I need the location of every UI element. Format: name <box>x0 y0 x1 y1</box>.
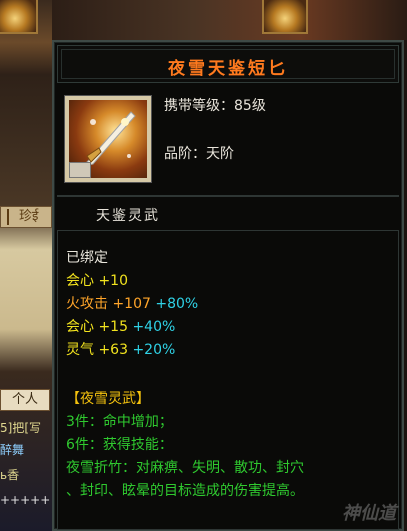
title-bar: 夜雪天鉴短匕 <box>57 45 399 83</box>
chat-line: 醉舞 <box>0 443 25 457</box>
tab-separator <box>7 209 9 225</box>
stat-bonus: +80% <box>155 296 199 312</box>
stat-value: +15 <box>98 319 128 335</box>
chat-line: 5]把[写 <box>0 421 41 435</box>
watermark-logo: 神仙道 <box>342 503 396 524</box>
weapon-slot-icon[interactable] <box>262 0 308 34</box>
item-grade: 品阶：天阶 <box>164 143 234 163</box>
item-icon-frame <box>64 95 152 183</box>
set-bonus-6: 6件：获得技能： <box>66 437 173 453</box>
item-grade-label: 品阶： <box>164 146 206 162</box>
item-type-badge-icon <box>69 162 91 178</box>
carry-level-label: 携带等级： <box>164 98 234 114</box>
skill-description-line: 夜雪折竹：对麻痹、失明、散功、封穴 <box>66 460 304 476</box>
carry-level-value: 85级 <box>234 98 266 114</box>
enhanced-stat: 火攻击 +107 +80% <box>66 295 198 313</box>
base-stat: 会心 +10 <box>66 272 128 290</box>
item-tooltip: 夜雪天鉴短匕 携带等级：85级 品阶：天阶 天鉴灵武 已绑定 会心 +10 火攻… <box>52 40 404 531</box>
enhanced-stat: 会心 +15 +40% <box>66 318 175 336</box>
set-name: 天鉴灵武 <box>96 208 160 224</box>
enhanced-stat: 灵气 +63 +20% <box>66 341 175 359</box>
stats-box: 已绑定 会心 +10 火攻击 +107 +80% 会心 +15 +40% 灵气 … <box>57 230 399 530</box>
stat-name: 火攻击 <box>66 296 108 312</box>
stat-bonus: +40% <box>132 319 176 335</box>
divider <box>57 195 399 197</box>
stat-bonus: +20% <box>132 342 176 358</box>
game-background-top <box>52 0 407 40</box>
carry-level: 携带等级：85级 <box>164 95 266 115</box>
stat-name: 会心 <box>66 273 94 289</box>
stat-value: +10 <box>98 273 128 289</box>
stat-name: 会心 <box>66 319 94 335</box>
stat-value: +107 <box>112 296 151 312</box>
stat-name: 灵气 <box>66 342 94 358</box>
skill-description-line: 、封印、眩晕的目标造成的伤害提高。 <box>66 483 304 499</box>
equipment-slot-icon[interactable] <box>0 0 38 34</box>
set-title: 【夜雪灵武】 <box>66 391 150 407</box>
set-bonus-3: 3件：命中增加； <box>66 414 173 430</box>
stat-value: +63 <box>98 342 128 358</box>
background-tab[interactable]: 珍ई <box>0 206 52 228</box>
background-tab-label: 珍ई <box>19 209 39 224</box>
chat-line: +++++ <box>0 493 50 507</box>
personal-button[interactable]: 个人 <box>0 389 50 411</box>
item-name: 夜雪天鉴短匕 <box>168 59 288 79</box>
bound-status: 已绑定 <box>66 250 108 266</box>
item-grade-value: 天阶 <box>206 146 234 162</box>
chat-line: ь香 <box>0 468 20 482</box>
